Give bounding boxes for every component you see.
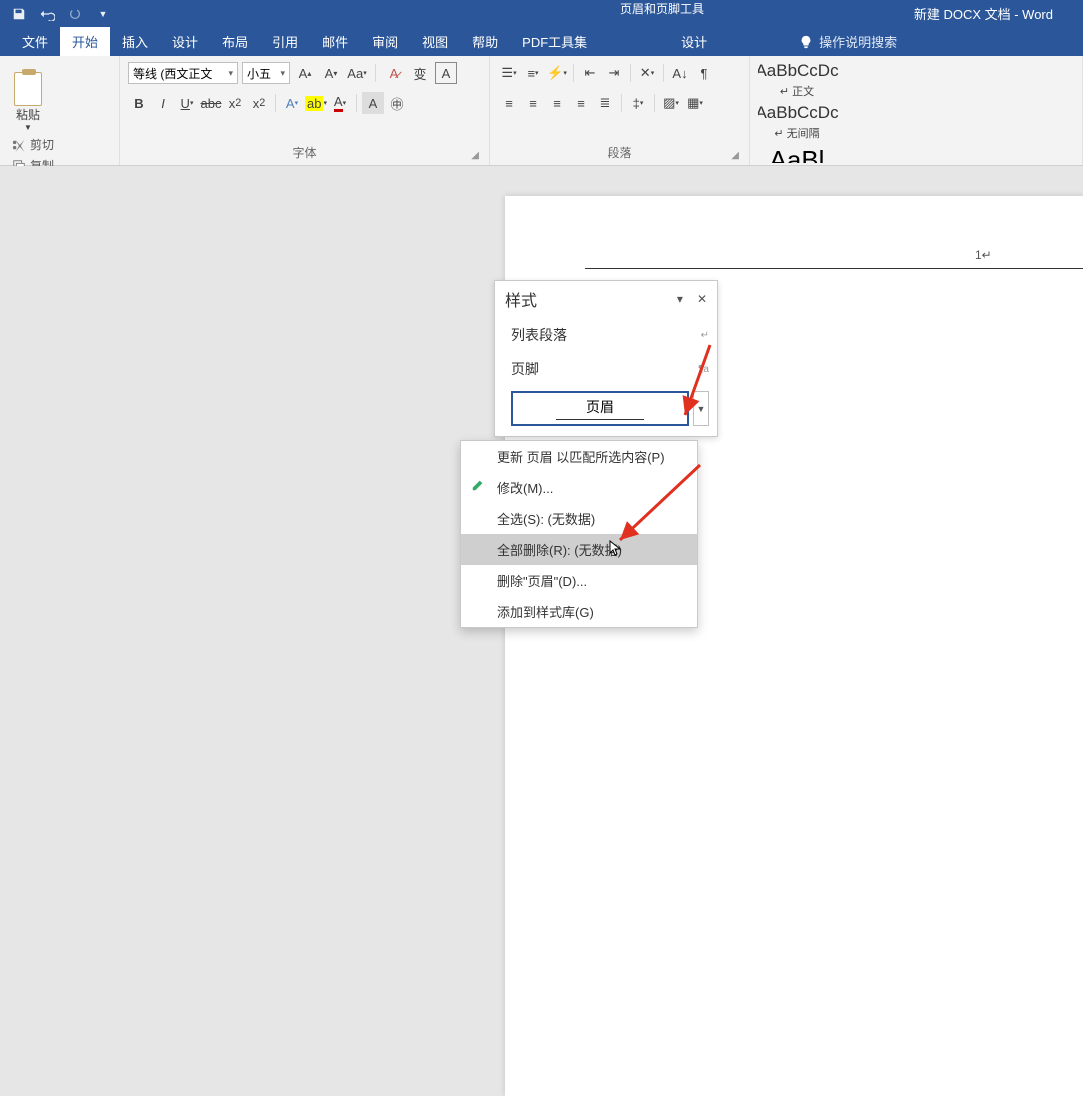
align-center-button[interactable]: ≡	[522, 92, 544, 114]
style-item-header-selected[interactable]: 页眉	[511, 391, 689, 426]
tab-file[interactable]: 文件	[10, 27, 60, 56]
modify-icon	[471, 478, 487, 494]
group-font: 等线 (西文正文▾ 小五▾ A▴ A▾ Aa▾ A̷ 变 A B I U▾ ab…	[120, 56, 490, 165]
font-name-combo[interactable]: 等线 (西文正文▾	[128, 62, 238, 84]
dialog-launcher-icon[interactable]: ◢	[471, 150, 479, 161]
scissors-icon	[12, 138, 26, 152]
style-context-menu: 更新 页眉 以匹配所选内容(P) 修改(M)... 全选(S): (无数据) 全…	[460, 440, 698, 628]
phonetic-guide-button[interactable]: 变	[409, 62, 431, 84]
qat-dropdown-icon[interactable]: ▼	[94, 5, 112, 23]
tell-me-label: 操作说明搜索	[819, 32, 897, 51]
grow-font-button[interactable]: A▴	[294, 62, 316, 84]
paste-label: 粘贴	[16, 106, 40, 123]
enclose-char-button[interactable]: A	[435, 62, 457, 84]
redo-icon[interactable]	[66, 5, 84, 23]
multilevel-button[interactable]: ⚡▾	[546, 62, 568, 84]
increase-indent-button[interactable]: ⇥	[603, 62, 625, 84]
font-size-combo[interactable]: 小五▾	[242, 62, 290, 84]
style-heading1[interactable]: AaBl 标题 1	[758, 144, 836, 163]
sort-button[interactable]: A↓	[669, 62, 691, 84]
style-item-dropdown[interactable]: ▼	[693, 391, 709, 426]
numbering-button[interactable]: ≡▾	[522, 62, 544, 84]
tab-header-design[interactable]: 设计	[649, 27, 739, 56]
justify-button[interactable]: ≡	[570, 92, 592, 114]
title-bar: ▼ 页眉和页脚工具 新建 DOCX 文档 - Word	[0, 0, 1083, 28]
underline-button[interactable]: U▾	[176, 92, 198, 114]
line-spacing-button[interactable]: ‡▾	[627, 92, 649, 114]
lightbulb-icon	[799, 35, 813, 49]
tell-me-search[interactable]: 操作说明搜索	[799, 27, 897, 56]
italic-button[interactable]: I	[152, 92, 174, 114]
decrease-indent-button[interactable]: ⇤	[579, 62, 601, 84]
char-border-button[interactable]: ㊥	[386, 92, 408, 114]
paragraph-mark-icon: ↵	[701, 330, 709, 341]
tab-home[interactable]: 开始	[60, 27, 110, 56]
ctx-remove-all[interactable]: 全部删除(R): (无数据)	[461, 534, 697, 565]
ribbon: 粘贴 ▼ 剪切 复制 格式刷 剪贴板 ◢	[0, 56, 1083, 166]
ctx-select-all[interactable]: 全选(S): (无数据)	[461, 503, 697, 534]
tab-help[interactable]: 帮助	[460, 27, 510, 56]
linked-style-icon: ¶a	[698, 364, 709, 375]
borders-button[interactable]: ▦▾	[684, 92, 706, 114]
clipboard-icon	[14, 72, 42, 106]
cut-button[interactable]: 剪切	[12, 136, 111, 153]
pane-options-icon[interactable]: ▾	[677, 292, 683, 306]
save-icon[interactable]	[10, 5, 28, 23]
pane-close-icon[interactable]: ✕	[697, 292, 707, 306]
ctx-add-to-gallery[interactable]: 添加到样式库(G)	[461, 596, 697, 627]
dialog-launcher-icon[interactable]: ◢	[731, 150, 739, 161]
shrink-font-button[interactable]: A▾	[320, 62, 342, 84]
text-effects-button[interactable]: A▾	[281, 92, 303, 114]
change-case-button[interactable]: Aa▾	[346, 62, 368, 84]
subscript-button[interactable]: x2	[224, 92, 246, 114]
group-paragraph: ☰▾ ≡▾ ⚡▾ ⇤ ⇥ ✕▾ A↓ ¶ ≡ ≡ ≡ ≡ ≣ ‡▾	[490, 56, 750, 165]
shading-button[interactable]: ▨▾	[660, 92, 682, 114]
tab-layout[interactable]: 布局	[210, 27, 260, 56]
undo-icon[interactable]	[38, 5, 56, 23]
style-item-list-paragraph[interactable]: 列表段落 ↵	[511, 323, 709, 347]
paste-button[interactable]: 粘贴 ▼	[8, 60, 48, 132]
document-title: 新建 DOCX 文档 - Word	[914, 4, 1053, 23]
font-group-label: 字体	[292, 146, 316, 160]
align-left-button[interactable]: ≡	[498, 92, 520, 114]
show-marks-button[interactable]: ¶	[693, 62, 715, 84]
paragraph-group-label: 段落	[607, 146, 631, 160]
style-normal[interactable]: AaBbCcDc ↵ 正文	[758, 60, 836, 100]
bullets-button[interactable]: ☰▾	[498, 62, 520, 84]
styles-pane-title: 样式	[505, 287, 537, 311]
group-clipboard: 粘贴 ▼ 剪切 复制 格式刷 剪贴板 ◢	[0, 56, 120, 165]
superscript-button[interactable]: x2	[248, 92, 270, 114]
tab-design[interactable]: 设计	[160, 27, 210, 56]
tab-references[interactable]: 引用	[260, 27, 310, 56]
contextual-tab-title: 页眉和页脚工具	[620, 0, 704, 17]
tab-review[interactable]: 审阅	[360, 27, 410, 56]
header-rule	[585, 268, 1083, 269]
ctx-delete[interactable]: 删除"页眉"(D)...	[461, 565, 697, 596]
header-text[interactable]: 1↵	[975, 248, 1083, 262]
styles-pane: 样式 ▾ ✕ 列表段落 ↵ 页脚 ¶a 页眉 ▼	[494, 280, 718, 437]
clear-formatting-button[interactable]: A̷	[383, 62, 405, 84]
align-right-button[interactable]: ≡	[546, 92, 568, 114]
tab-insert[interactable]: 插入	[110, 27, 160, 56]
tab-pdf[interactable]: PDF工具集	[510, 27, 599, 56]
ctx-modify[interactable]: 修改(M)...	[461, 472, 697, 503]
distribute-button[interactable]: ≣	[594, 92, 616, 114]
ribbon-tabs: 文件 开始 插入 设计 布局 引用 邮件 审阅 视图 帮助 PDF工具集 设计 …	[0, 28, 1083, 56]
bold-button[interactable]: B	[128, 92, 150, 114]
highlight-button[interactable]: ab▾	[305, 92, 327, 114]
style-item-footer[interactable]: 页脚 ¶a	[511, 357, 709, 381]
cursor-icon	[609, 540, 623, 556]
char-shading-button[interactable]: A	[362, 92, 384, 114]
style-no-spacing[interactable]: AaBbCcDc ↵ 无间隔	[758, 102, 836, 142]
strikethrough-button[interactable]: abc	[200, 92, 222, 114]
ctx-update-to-match[interactable]: 更新 页眉 以匹配所选内容(P)	[461, 441, 697, 472]
asian-layout-button[interactable]: ✕▾	[636, 62, 658, 84]
tab-view[interactable]: 视图	[410, 27, 460, 56]
group-styles: AaBbCcDc ↵ 正文 AaBbCcDc ↵ 无间隔 AaBl 标题 1 A…	[750, 56, 1083, 165]
tab-mailings[interactable]: 邮件	[310, 27, 360, 56]
font-color-button[interactable]: A▾	[329, 92, 351, 114]
